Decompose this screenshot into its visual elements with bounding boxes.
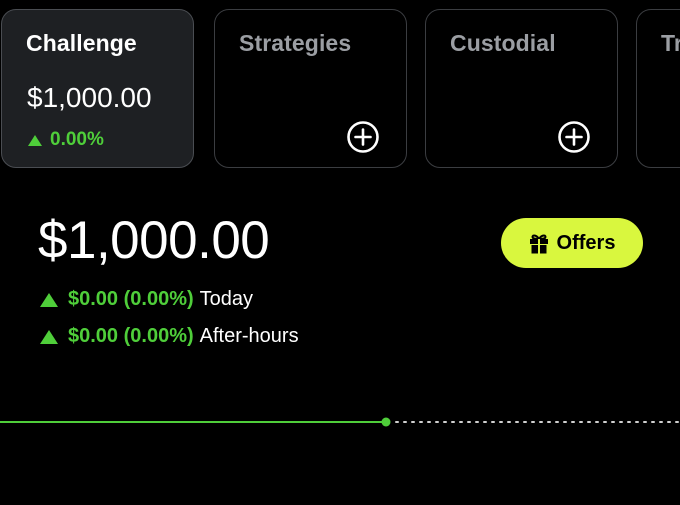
up-arrow-icon bbox=[40, 329, 58, 344]
app-root: Challenge $1,000.00 0.00% Strategies Cus… bbox=[0, 0, 680, 505]
account-card-title: Challenge bbox=[26, 30, 137, 56]
up-arrow-icon bbox=[28, 134, 42, 146]
offers-button[interactable]: Offers bbox=[501, 218, 643, 268]
add-circle-icon[interactable] bbox=[346, 120, 380, 154]
gift-icon bbox=[529, 234, 548, 253]
offers-label: Offers bbox=[556, 231, 616, 254]
after-hours-change-label: After-hours bbox=[199, 325, 299, 347]
account-card-strategies[interactable]: Strategies bbox=[214, 9, 407, 168]
account-card-change-percent: 0.00% bbox=[50, 129, 104, 150]
today-change-amount: $0.00 (0.00%) bbox=[68, 288, 194, 310]
after-hours-change-amount: $0.00 (0.00%) bbox=[68, 325, 194, 347]
today-change-label: Today bbox=[199, 288, 254, 310]
portfolio-chart[interactable] bbox=[0, 410, 680, 434]
account-card-challenge[interactable]: Challenge $1,000.00 0.00% bbox=[1, 9, 194, 168]
account-card-custodial[interactable]: Custodial bbox=[425, 9, 618, 168]
portfolio-value: $1,000.00 bbox=[38, 211, 270, 270]
add-circle-icon[interactable] bbox=[557, 120, 591, 154]
account-card-title: Custodial bbox=[450, 30, 556, 56]
account-card-value: $1,000.00 bbox=[27, 82, 152, 113]
account-card-title: Strategies bbox=[239, 30, 352, 56]
today-change: $0.00 (0.00%) Today bbox=[40, 288, 253, 311]
after-hours-change: $0.00 (0.00%) After-hours bbox=[40, 325, 299, 348]
chart-current-point bbox=[381, 417, 391, 427]
account-cards: Challenge $1,000.00 0.00% Strategies Cus… bbox=[0, 9, 680, 169]
account-card-title: Tr bbox=[661, 30, 680, 56]
account-card-partial[interactable]: Tr bbox=[636, 9, 680, 168]
account-card-change: 0.00% bbox=[28, 129, 104, 151]
up-arrow-icon bbox=[40, 292, 58, 307]
